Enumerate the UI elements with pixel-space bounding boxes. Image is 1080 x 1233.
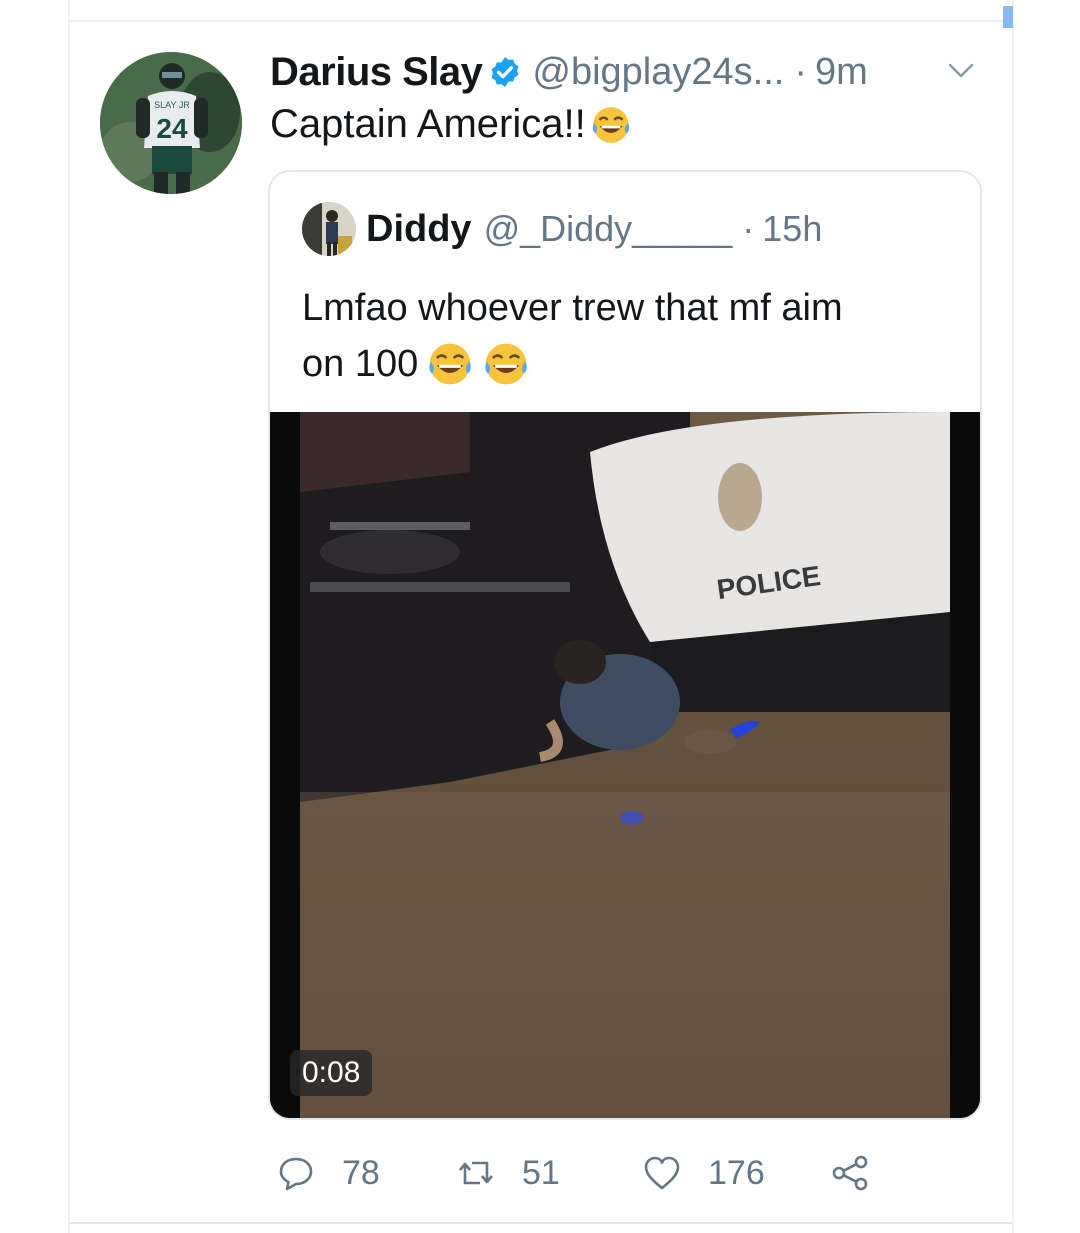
retweet-button[interactable]: 51 — [456, 1148, 560, 1198]
quoted-author-handle[interactable]: @_Diddy_____ — [484, 208, 733, 250]
tweet-header: Darius Slay @bigplay24s... · 9m — [270, 44, 868, 100]
scrollbar-thumb[interactable] — [1003, 6, 1013, 28]
top-divider — [70, 20, 1012, 22]
like-count: 176 — [708, 1153, 765, 1192]
video-player[interactable]: POLICE 0:08 — [270, 412, 980, 1118]
share-icon — [832, 1155, 868, 1191]
quoted-text-line-2: on 100 — [302, 336, 942, 392]
heart-icon — [644, 1156, 680, 1190]
separator-dot: · — [794, 50, 807, 93]
tears-of-joy-emoji-icon — [482, 340, 530, 388]
quoted-tweet-timestamp[interactable]: 15h — [762, 208, 822, 250]
quoted-text-line-2-content: on 100 — [302, 343, 419, 385]
quoted-tweet-text: Lmfao whoever trew that mf aim on 100 — [302, 280, 942, 392]
quoted-author-name[interactable]: Diddy — [366, 208, 472, 251]
quoted-text-line-1: Lmfao whoever trew that mf aim — [302, 287, 843, 329]
tears-of-joy-emoji-icon — [426, 340, 474, 388]
retweet-count: 51 — [522, 1153, 560, 1192]
reply-button[interactable]: 78 — [276, 1148, 380, 1198]
share-button[interactable] — [830, 1148, 870, 1198]
quoted-author-avatar[interactable] — [302, 202, 356, 256]
tweet-actions: 78 51 176 — [270, 1148, 890, 1198]
like-button[interactable]: 176 — [642, 1148, 765, 1198]
author-avatar[interactable]: SLAY JR 24 — [100, 52, 242, 194]
tweet-timestamp[interactable]: 9m — [815, 51, 868, 94]
page-right-edge — [1012, 0, 1014, 1233]
avatar-jersey-name: SLAY JR — [154, 100, 190, 110]
quoted-tweet-header: Diddy @_Diddy_____ · 15h — [366, 202, 822, 256]
verified-badge-icon — [488, 55, 522, 89]
retweet-icon — [459, 1161, 493, 1185]
separator-dot: · — [742, 208, 755, 249]
tweet-text-content: Captain America!! — [270, 102, 586, 146]
quoted-tweet-card[interactable]: Diddy @_Diddy_____ · 15h Lmfao whoever t… — [268, 170, 982, 1120]
chevron-down-icon[interactable] — [946, 58, 976, 82]
video-frame: POLICE — [270, 412, 980, 1118]
tweet-text: Captain America!! — [270, 102, 632, 147]
bottom-divider — [70, 1222, 1012, 1224]
author-handle[interactable]: @bigplay24s... — [532, 51, 784, 94]
author-name[interactable]: Darius Slay — [270, 50, 483, 95]
tears-of-joy-emoji-icon — [590, 104, 632, 146]
video-duration-badge: 0:08 — [290, 1050, 373, 1096]
avatar-jersey-number: 24 — [156, 113, 188, 144]
page-left-edge — [68, 0, 70, 1233]
reply-count: 78 — [342, 1153, 380, 1192]
reply-icon — [279, 1157, 313, 1191]
